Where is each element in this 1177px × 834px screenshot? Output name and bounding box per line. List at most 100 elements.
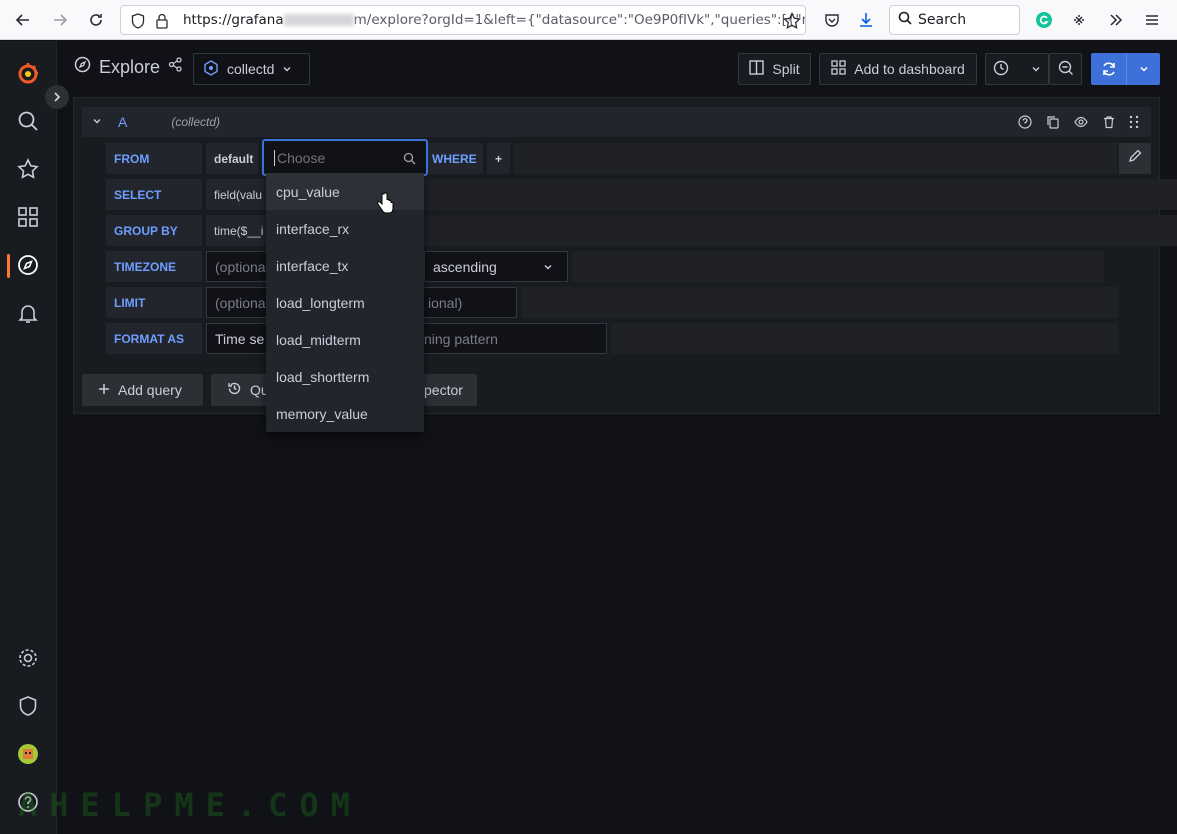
share-icon[interactable] (168, 57, 183, 77)
refresh-icon[interactable] (1091, 53, 1127, 85)
help-icon[interactable] (1018, 115, 1032, 134)
reload-icon[interactable] (84, 8, 108, 32)
limit-row: LIMIT (optiona ional) (106, 287, 1118, 318)
limit-input[interactable]: (optiona (206, 287, 268, 318)
split-button[interactable]: Split (738, 53, 811, 85)
chevron-down-icon (543, 259, 553, 275)
browser-toolbar: https://grafana m/explore?orgId=1&left={"… (0, 0, 1177, 40)
grafana-logo-icon[interactable] (16, 61, 40, 85)
duplicate-icon[interactable] (1046, 115, 1060, 134)
search-placeholder: Search (918, 12, 967, 28)
download-icon[interactable] (854, 8, 878, 32)
query-row-header: A (collectd) (82, 107, 1151, 137)
address-bar[interactable]: https://grafana m/explore?orgId=1&left={"… (120, 5, 806, 35)
expand-sidebar-chevron-icon[interactable] (45, 85, 69, 109)
format-as-keyword: FORMAT AS (106, 323, 202, 354)
overflow-chevron-icon[interactable] (1104, 8, 1128, 32)
dropdown-item-load-midterm[interactable]: load_midterm (266, 321, 424, 358)
query-inspector-button[interactable]: pector (420, 374, 477, 406)
from-keyword: FROM (106, 143, 202, 174)
clock-icon (993, 60, 1009, 79)
query-datasource-hint: (collectd) (171, 115, 221, 129)
page-title: Explore (74, 56, 183, 78)
timezone-row: TIMEZONE (optiona E ascending (106, 251, 1104, 282)
forward-icon[interactable] (48, 8, 72, 32)
group-by-time-segment[interactable]: time($__i (206, 215, 266, 246)
dashboards-icon[interactable] (16, 205, 40, 229)
trash-icon[interactable] (1102, 115, 1116, 134)
datasource-name: collectd (227, 61, 275, 77)
dropdown-item-interface-rx[interactable]: interface_rx (266, 210, 424, 247)
eye-icon[interactable] (1074, 115, 1088, 134)
time-picker-button[interactable] (985, 53, 1049, 85)
search-icon[interactable] (16, 109, 40, 133)
url-redaction (283, 14, 354, 26)
split-columns-icon (749, 60, 765, 78)
pencil-icon (1128, 149, 1142, 168)
dropdown-item-memory-value[interactable]: memory_value (266, 395, 424, 432)
starred-icon[interactable] (16, 157, 40, 181)
zoom-out-icon (1058, 60, 1074, 79)
limit-row-filler (521, 287, 1118, 318)
chevron-down-icon (1031, 61, 1041, 77)
format-value: Time se (215, 330, 265, 347)
configuration-gear-icon[interactable] (16, 646, 40, 670)
measurement-search-input[interactable] (262, 139, 428, 176)
dropdown-item-cpu-value[interactable]: cpu_value (266, 173, 424, 210)
timezone-input[interactable]: (optiona (206, 251, 268, 282)
order-by-select[interactable]: ascending (424, 251, 568, 282)
zoom-out-button[interactable] (1049, 53, 1082, 85)
query-history-button[interactable]: Qu (211, 374, 271, 406)
add-dashboard-label: Add to dashboard (854, 61, 965, 77)
title-text: Explore (99, 56, 161, 77)
order-value: ascending (433, 258, 497, 275)
user-avatar[interactable] (16, 742, 40, 766)
grammarly-icon[interactable] (1032, 8, 1056, 32)
query-ref-id[interactable]: A (118, 114, 127, 130)
timezone-keyword: TIMEZONE (106, 251, 202, 282)
back-icon[interactable] (11, 8, 35, 32)
select-field-segment[interactable]: field(valu (206, 179, 266, 210)
sidebar (0, 41, 57, 834)
browser-search-box[interactable]: Search (889, 5, 1020, 35)
hand-cursor-icon (376, 192, 394, 219)
dropdown-item-interface-tx[interactable]: interface_tx (266, 247, 424, 284)
search-icon (403, 152, 416, 170)
alias-input[interactable]: ning pattern (422, 323, 607, 354)
bookmark-star-icon[interactable] (783, 11, 801, 34)
run-query-button[interactable] (1091, 53, 1160, 85)
plus-icon (98, 382, 110, 398)
where-keyword: WHERE (428, 143, 483, 174)
drag-handle-icon[interactable] (1128, 115, 1140, 134)
format-select[interactable]: Time se (206, 323, 268, 354)
group-by-keyword: GROUP BY (106, 215, 202, 246)
group-by-row-filler (372, 215, 1177, 246)
slimit-input[interactable]: ional) (422, 287, 517, 318)
add-query-button[interactable]: Add query (82, 374, 203, 406)
explore-compass-icon[interactable] (16, 253, 40, 277)
alerting-bell-icon[interactable] (16, 301, 40, 325)
chevron-down-icon (282, 61, 292, 77)
from-row: FROM default WHERE + (106, 143, 1117, 174)
dropdown-item-load-longterm[interactable]: load_longterm (266, 284, 424, 321)
measurement-search-field[interactable] (274, 149, 394, 166)
add-where-button[interactable]: + (487, 143, 510, 174)
influxdb-icon (203, 59, 219, 79)
add-query-label: Add query (118, 382, 182, 398)
hamburger-menu-icon[interactable] (1140, 8, 1164, 32)
edit-raw-query-button[interactable] (1119, 143, 1151, 174)
measurement-dropdown: cpu_value interface_rx interface_tx load… (266, 173, 424, 432)
add-to-dashboard-button[interactable]: Add to dashboard (819, 53, 977, 85)
pocket-icon[interactable] (820, 8, 844, 32)
dropdown-item-load-shortterm[interactable]: load_shortterm (266, 358, 424, 395)
collapse-chevron-icon[interactable] (92, 113, 102, 131)
datasource-picker[interactable]: collectd (193, 53, 310, 85)
extension-icon[interactable] (1067, 8, 1091, 32)
retention-policy-segment[interactable]: default (206, 143, 258, 174)
select-keyword: SELECT (106, 179, 202, 210)
shield-icon (131, 13, 145, 34)
server-admin-shield-icon[interactable] (16, 694, 40, 718)
chevron-down-icon[interactable] (1127, 64, 1160, 74)
active-indicator (7, 254, 10, 278)
format-row-filler (611, 323, 1118, 354)
